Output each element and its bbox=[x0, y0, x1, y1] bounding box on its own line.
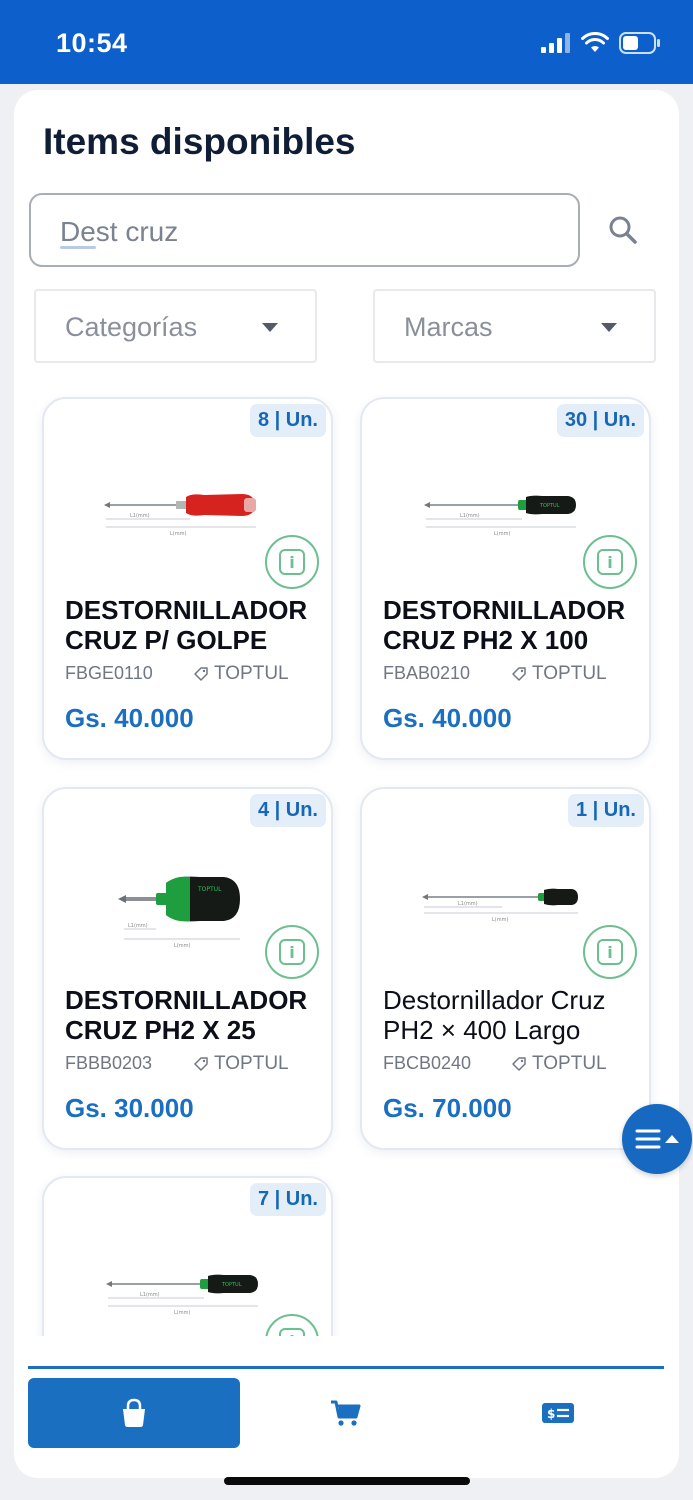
svg-text:L1(mm): L1(mm) bbox=[458, 901, 478, 907]
status-bar: 10:54 bbox=[0, 0, 693, 84]
product-image: L1(mm) L(mm) bbox=[104, 494, 256, 537]
nav-indicator-line bbox=[28, 1366, 664, 1369]
nav-billing-tab[interactable]: $ bbox=[452, 1378, 664, 1448]
chevron-down-icon bbox=[601, 323, 617, 332]
tag-icon bbox=[512, 667, 526, 681]
bottom-nav: $ bbox=[14, 1366, 665, 1466]
stock-badge: 4 | Un. bbox=[249, 794, 326, 827]
product-name: Destornillador Cruz PH2 × 400 Largo bbox=[383, 985, 606, 1045]
brand-label: TOPTUL bbox=[214, 663, 289, 684]
product-code: FBGE0110 bbox=[65, 663, 153, 683]
svg-text:L(mm): L(mm) bbox=[174, 943, 190, 949]
tag-icon bbox=[512, 1057, 526, 1071]
brand-label: TOPTUL bbox=[532, 663, 607, 684]
svg-text:L1(mm): L1(mm) bbox=[128, 923, 148, 929]
nav-items-tab[interactable] bbox=[28, 1378, 240, 1448]
info-button[interactable]: i bbox=[583, 535, 637, 589]
info-button[interactable]: i bbox=[265, 925, 319, 979]
product-brand: TOPTUL bbox=[193, 1053, 289, 1075]
product-brand: TOPTUL bbox=[511, 663, 607, 685]
floating-menu-button[interactable] bbox=[622, 1104, 692, 1174]
categories-dropdown[interactable]: Categorías bbox=[34, 289, 317, 363]
product-code: FBAB0210 bbox=[383, 663, 471, 683]
stock-badge: 8 | Un. bbox=[249, 404, 326, 437]
svg-text:L(mm): L(mm) bbox=[170, 531, 186, 537]
wifi-icon bbox=[581, 32, 609, 52]
product-price: Gs. 70.000 bbox=[383, 1093, 512, 1123]
product-brand: TOPTUL bbox=[511, 1053, 607, 1075]
product-name: DESTORNILLADOR CRUZ P/ GOLPE bbox=[65, 595, 308, 655]
search-icon bbox=[609, 216, 637, 244]
svg-text:L(mm): L(mm) bbox=[174, 1310, 190, 1316]
svg-text:TOPTUL: TOPTUL bbox=[197, 886, 222, 893]
brands-label: Marcas bbox=[404, 312, 493, 342]
status-time: 10:54 bbox=[56, 28, 128, 58]
info-icon: i bbox=[279, 1328, 305, 1336]
product-name: DESTORNILLADOR CRUZ PH2 X 100 bbox=[383, 595, 626, 655]
nav-cart-tab[interactable] bbox=[240, 1378, 452, 1448]
product-card[interactable]: 30 | Un. TOPTUL L1(mm) L(mm) i DESTORNIL… bbox=[360, 397, 651, 760]
tag-icon bbox=[194, 667, 208, 681]
product-image: TOPTUL L1(mm) L(mm) bbox=[106, 1274, 258, 1316]
info-icon: i bbox=[597, 549, 623, 575]
chevron-down-icon bbox=[262, 323, 278, 332]
cart-icon bbox=[331, 1400, 361, 1426]
menu-icon bbox=[635, 1129, 660, 1149]
brand-label: TOPTUL bbox=[532, 1053, 607, 1074]
categories-label: Categorías bbox=[65, 312, 198, 342]
chevron-up-icon bbox=[664, 1135, 679, 1143]
search-button[interactable] bbox=[603, 210, 643, 250]
product-price: Gs. 30.000 bbox=[65, 1093, 194, 1123]
brand-label: TOPTUL bbox=[214, 1053, 289, 1074]
product-code: FBBB0203 bbox=[65, 1053, 153, 1073]
svg-text:L1(mm): L1(mm) bbox=[130, 513, 150, 519]
search-spell-underline bbox=[60, 246, 96, 249]
battery-icon bbox=[619, 32, 660, 54]
svg-text:L1(mm): L1(mm) bbox=[140, 1292, 160, 1298]
signal-icon bbox=[541, 33, 570, 53]
svg-text:L(mm): L(mm) bbox=[494, 531, 510, 537]
main-card: 8 | Un. L1(mm) L(mm) i DESTORNILLADOR CR… bbox=[14, 90, 679, 1478]
product-card[interactable]: 8 | Un. L1(mm) L(mm) i DESTORNILLADOR CR… bbox=[42, 397, 333, 760]
search-input[interactable]: Dest cruz bbox=[29, 193, 580, 267]
product-image: L1(mm) L(mm) bbox=[422, 888, 578, 923]
tag-icon bbox=[194, 1057, 208, 1071]
info-icon: i bbox=[597, 939, 623, 965]
svg-text:TOPTUL: TOPTUL bbox=[221, 1282, 242, 1288]
product-grid: 8 | Un. L1(mm) L(mm) i DESTORNILLADOR CR… bbox=[14, 90, 679, 1336]
info-button[interactable]: i bbox=[265, 535, 319, 589]
home-indicator bbox=[224, 1477, 470, 1485]
info-icon: i bbox=[279, 549, 305, 575]
brands-dropdown[interactable]: Marcas bbox=[373, 289, 656, 363]
stock-badge: 7 | Un. bbox=[249, 1183, 326, 1216]
product-price: Gs. 40.000 bbox=[65, 703, 194, 733]
info-icon: i bbox=[279, 939, 305, 965]
money-bill-icon: $ bbox=[542, 1403, 574, 1423]
info-button[interactable]: i bbox=[583, 925, 637, 979]
shopping-bag-icon bbox=[123, 1398, 145, 1427]
stock-badge: 1 | Un. bbox=[567, 794, 644, 827]
svg-text:$: $ bbox=[547, 1407, 555, 1421]
product-card[interactable]: 7 | Un. TOPTUL L1(mm) L(mm) i bbox=[42, 1176, 333, 1336]
svg-text:L1(mm): L1(mm) bbox=[460, 513, 480, 519]
product-name: DESTORNILLADOR CRUZ PH2 X 25 bbox=[65, 985, 308, 1045]
product-card[interactable]: 4 | Un. TOPTUL L1(mm) L(mm) i DESTORNILL… bbox=[42, 787, 333, 1150]
product-brand: TOPTUL bbox=[193, 663, 289, 685]
search-value: Dest cruz bbox=[60, 216, 179, 247]
stock-badge: 30 | Un. bbox=[556, 404, 644, 437]
page-title: Items disponibles bbox=[43, 121, 356, 162]
status-icons bbox=[541, 32, 661, 54]
product-image: TOPTUL L1(mm) L(mm) bbox=[118, 876, 240, 949]
svg-text:L(mm): L(mm) bbox=[492, 917, 508, 923]
product-code: FBCB0240 bbox=[383, 1053, 472, 1073]
product-card[interactable]: 1 | Un. L1(mm) L(mm) i Destornillador Cr… bbox=[360, 787, 651, 1150]
svg-text:TOPTUL: TOPTUL bbox=[539, 503, 560, 509]
product-image: TOPTUL L1(mm) L(mm) bbox=[424, 495, 576, 537]
product-price: Gs. 40.000 bbox=[383, 703, 512, 733]
